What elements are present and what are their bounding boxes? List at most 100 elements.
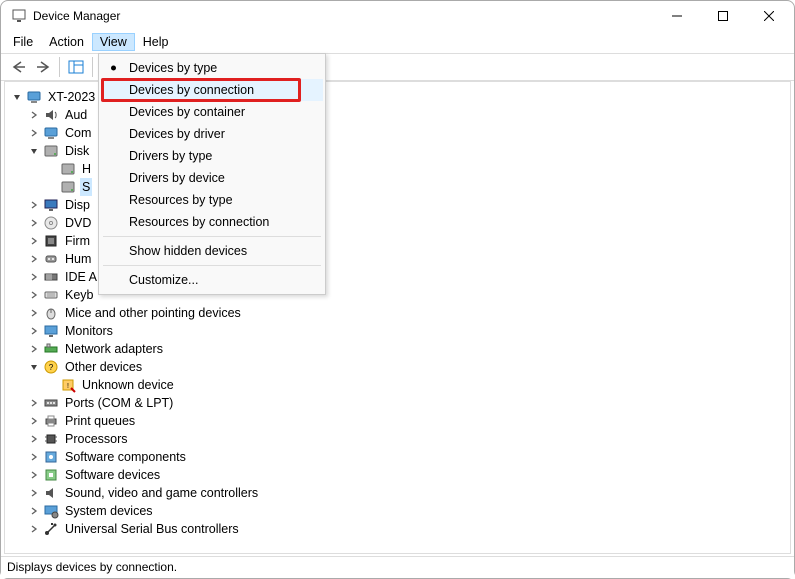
tree-category-label: Disk [63, 142, 91, 160]
view-menu-item-label: Show hidden devices [129, 244, 247, 258]
tree-category-label: System devices [63, 502, 155, 520]
view-menu-item-label: Devices by type [129, 61, 217, 75]
dvd-icon [43, 215, 59, 231]
menu-view[interactable]: View [92, 33, 135, 51]
chevron-right-icon[interactable] [27, 270, 41, 284]
tree-item[interactable]: !Unknown device [9, 376, 790, 394]
sound-icon [43, 485, 59, 501]
tree-category-label: Mice and other pointing devices [63, 304, 243, 322]
menu-help[interactable]: Help [135, 33, 177, 51]
chevron-right-icon[interactable] [27, 468, 41, 482]
tree-category[interactable]: ?Other devices [9, 358, 790, 376]
view-menu-item[interactable]: Devices by connection [101, 79, 323, 101]
tree-category[interactable]: Ports (COM & LPT) [9, 394, 790, 412]
computer-icon [26, 89, 42, 105]
tree-category[interactable]: Processors [9, 430, 790, 448]
tree-category-label: Other devices [63, 358, 144, 376]
chevron-right-icon[interactable] [27, 126, 41, 140]
chevron-right-icon[interactable] [27, 396, 41, 410]
chevron-right-icon[interactable] [27, 234, 41, 248]
tree-category-label: DVD [63, 214, 93, 232]
system-icon [43, 503, 59, 519]
view-menu-item[interactable]: Devices by driver [101, 123, 323, 145]
tree-category[interactable]: Print queues [9, 412, 790, 430]
display-icon [43, 197, 59, 213]
menu-action[interactable]: Action [41, 33, 92, 51]
ide-icon [43, 269, 59, 285]
chevron-right-icon[interactable] [27, 342, 41, 356]
back-button[interactable] [7, 56, 31, 78]
chevron-right-icon[interactable] [27, 252, 41, 266]
tree-category[interactable]: Software components [9, 448, 790, 466]
view-menu-item-label: Customize... [129, 273, 198, 287]
view-menu-item[interactable]: Customize... [101, 269, 323, 291]
maximize-button[interactable] [700, 1, 746, 31]
tree-category-label: Com [63, 124, 93, 142]
menu-separator [103, 265, 321, 266]
close-button[interactable] [746, 1, 792, 31]
view-menu-item[interactable]: Resources by connection [101, 211, 323, 233]
audio-icon [43, 107, 59, 123]
chevron-right-icon[interactable] [27, 504, 41, 518]
chevron-right-icon[interactable] [27, 216, 41, 230]
chevron-right-icon[interactable] [27, 450, 41, 464]
chevron-right-icon[interactable] [27, 324, 41, 338]
tree-category-label: Software components [63, 448, 188, 466]
view-menu-item-label: Drivers by device [129, 171, 225, 185]
tree-category[interactable]: Monitors [9, 322, 790, 340]
computer-icon [43, 125, 59, 141]
tree-category[interactable]: Software devices [9, 466, 790, 484]
chevron-right-icon[interactable] [27, 306, 41, 320]
tree-category-label: Print queues [63, 412, 137, 430]
view-menu-item[interactable]: Show hidden devices [101, 240, 323, 262]
cpu-icon [43, 431, 59, 447]
menu-bar: File Action View Help [1, 31, 794, 53]
chevron-right-icon[interactable] [27, 288, 41, 302]
unknown-icon: ! [60, 377, 76, 393]
chevron-down-icon[interactable] [27, 144, 41, 158]
chevron-right-icon[interactable] [27, 414, 41, 428]
tree-category-label: Processors [63, 430, 130, 448]
ports-icon [43, 395, 59, 411]
chevron-right-icon[interactable] [27, 108, 41, 122]
chevron-right-icon[interactable] [27, 432, 41, 446]
mouse-icon [43, 305, 59, 321]
chevron-right-icon[interactable] [27, 486, 41, 500]
chevron-down-icon[interactable] [27, 360, 41, 374]
keyboard-icon [43, 287, 59, 303]
view-menu-item-label: Resources by connection [129, 215, 269, 229]
view-menu-item-label: Devices by connection [129, 83, 254, 97]
firmware-icon [43, 233, 59, 249]
tree-category-label: Disp [63, 196, 92, 214]
hid-icon [43, 251, 59, 267]
disk-icon [60, 161, 76, 177]
network-icon [43, 341, 59, 357]
minimize-button[interactable] [654, 1, 700, 31]
bullet-icon [111, 66, 116, 71]
view-menu-item[interactable]: Drivers by type [101, 145, 323, 167]
view-menu-item[interactable]: Devices by type [101, 57, 323, 79]
tree-category-label: Software devices [63, 466, 162, 484]
chevron-right-icon[interactable] [27, 522, 41, 536]
forward-button[interactable] [31, 56, 55, 78]
chevron-right-icon[interactable] [27, 198, 41, 212]
tree-category[interactable]: System devices [9, 502, 790, 520]
tree-category[interactable]: Mice and other pointing devices [9, 304, 790, 322]
show-hide-tree-button[interactable] [64, 56, 88, 78]
tree-category[interactable]: Sound, video and game controllers [9, 484, 790, 502]
tree-category[interactable]: Network adapters [9, 340, 790, 358]
tree-category[interactable]: Universal Serial Bus controllers [9, 520, 790, 538]
swcomp-icon [43, 449, 59, 465]
tree-category-label: Firm [63, 232, 92, 250]
svg-text:!: ! [67, 383, 69, 390]
view-menu-item-label: Resources by type [129, 193, 233, 207]
view-menu-item-label: Devices by container [129, 105, 245, 119]
view-menu-item[interactable]: Resources by type [101, 189, 323, 211]
tree-category-label: Sound, video and game controllers [63, 484, 260, 502]
print-icon [43, 413, 59, 429]
menu-file[interactable]: File [5, 33, 41, 51]
app-icon [11, 8, 27, 24]
chevron-down-icon[interactable] [10, 90, 24, 104]
view-menu-item[interactable]: Devices by container [101, 101, 323, 123]
view-menu-item[interactable]: Drivers by device [101, 167, 323, 189]
